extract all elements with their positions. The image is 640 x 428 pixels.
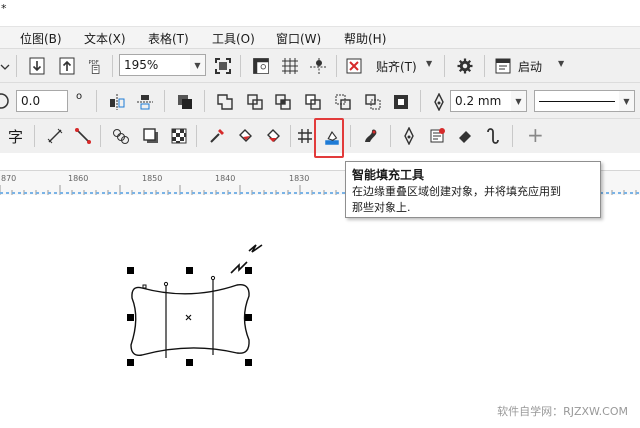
mirror-horizontal-icon[interactable] [106,91,128,113]
full-screen-preview-icon[interactable] [212,55,234,77]
chevron-down-icon[interactable] [0,55,10,77]
publish-pdf-icon[interactable]: PDF [84,54,108,78]
mesh-fill-tool-icon[interactable] [262,125,284,147]
snap-dropdown-icon[interactable]: ▼ [426,59,432,68]
export-icon[interactable] [56,55,78,77]
smart-fill-highlight [314,118,344,158]
show-grid-icon[interactable] [279,55,301,77]
eraser-tool-icon[interactable] [454,125,476,147]
node-point [210,275,216,281]
rotation-icon [0,90,12,112]
pen-nib-icon [428,91,450,113]
blend-tool-icon[interactable] [110,125,132,147]
import-icon[interactable] [26,55,48,77]
drawing-canvas[interactable] [0,195,640,428]
menu-help[interactable]: 帮助(H) [344,30,386,47]
launch-icon[interactable] [492,55,514,77]
back-minus-front-icon[interactable] [362,91,384,113]
smart-fill-tooltip: 智能填充工具 在边缘重叠区域创建对象，并将填充应用到 那些对象上. [345,161,601,218]
show-rulers-icon[interactable] [249,54,273,78]
transparency-tool-icon[interactable] [168,125,190,147]
rotation-angle-field[interactable]: 0.0 [16,90,68,112]
show-guidelines-icon[interactable] [307,55,329,77]
smooth-tool-icon[interactable] [482,125,504,147]
text-tool[interactable]: 字 [8,126,23,147]
snap-to-button[interactable]: 贴齐(T) [376,58,417,75]
selection-handle[interactable] [245,267,252,274]
front-minus-back-icon[interactable] [332,91,354,113]
menu-text[interactable]: 文本(X) [84,30,126,47]
drawing-shapes [130,244,263,358]
menu-table[interactable]: 表格(T) [148,30,189,47]
menu-bar: 位图(B) 文本(X) 表格(T) 工具(O) 窗口(W) 帮助(H) [0,26,640,49]
property-bar: 0.0 o 0.2 mm ▼ ▼ [0,82,640,119]
center-mark [185,314,192,321]
standard-toolbar: PDF 195% ▼ 贴齐(T) ▼ 启动 ▼ [0,48,640,83]
launch-button[interactable]: 启动 [518,58,542,75]
launch-dropdown-icon[interactable]: ▼ [558,59,564,68]
tooltip-description-line1: 在边缘重叠区域创建对象，并将填充应用到 [352,185,561,198]
eyedropper-tool-icon[interactable] [206,125,228,147]
watermark: 软件自学网：RJZXW.COM [497,405,628,418]
object-properties-icon[interactable] [426,125,448,147]
zoom-level-field[interactable]: 195% [119,54,191,76]
drop-shadow-tool-icon[interactable] [140,125,162,147]
ruler-label: 1840 [215,174,236,183]
node-point [163,281,169,287]
options-gear-icon[interactable] [453,54,477,78]
intersect-icon[interactable] [272,91,294,113]
degree-symbol: o [76,91,83,102]
menu-bitmap[interactable]: 位图(B) [20,30,62,47]
group-objects-icon[interactable] [174,91,196,113]
color-grid-icon[interactable] [294,125,316,147]
tooltip-title: 智能填充工具 [352,168,425,182]
svg-text:PDF: PDF [89,60,99,66]
snap-off-icon[interactable] [343,55,365,77]
modified-mark: * [1,2,7,15]
selection-handle[interactable] [186,359,193,366]
pinched-shape[interactable] [130,284,250,356]
tooltip-description-line2: 那些对象上. [352,201,411,214]
create-boundary-icon[interactable] [390,91,412,113]
add-tool-button[interactable]: + [527,123,544,147]
weld-icon[interactable] [214,91,236,113]
selection-handle[interactable] [127,314,134,321]
connector-tool-icon[interactable] [72,125,94,147]
line-style-dropdown[interactable]: ▼ [619,90,635,112]
ruler-label: 1850 [142,174,163,183]
outline-width-dropdown[interactable]: ▼ [511,90,527,112]
line-style-selector[interactable] [534,90,620,112]
trim-icon[interactable] [244,91,266,113]
parallel-dimension-tool-icon[interactable] [44,125,66,147]
ruler-label: 1830 [289,174,310,183]
interactive-fill-tool-icon[interactable] [234,125,256,147]
mirror-vertical-icon[interactable] [134,91,156,113]
node-point [142,284,147,289]
selection-handle[interactable] [186,267,193,274]
outline-tool-icon[interactable] [360,125,382,147]
pen-tool-icon[interactable] [398,125,420,147]
selection-handle[interactable] [245,359,252,366]
simplify-icon[interactable] [302,91,324,113]
ruler-label: 870 [1,174,17,183]
ruler-label: 1860 [68,174,89,183]
menu-tools[interactable]: 工具(O) [212,30,255,47]
selection-handle[interactable] [245,314,252,321]
menu-window[interactable]: 窗口(W) [276,30,321,47]
outline-width-field[interactable]: 0.2 mm [450,90,512,112]
zoom-dropdown[interactable]: ▼ [190,54,206,76]
title-bar: * [0,0,640,26]
selection-handle[interactable] [127,359,134,366]
selection-handle[interactable] [127,267,134,274]
